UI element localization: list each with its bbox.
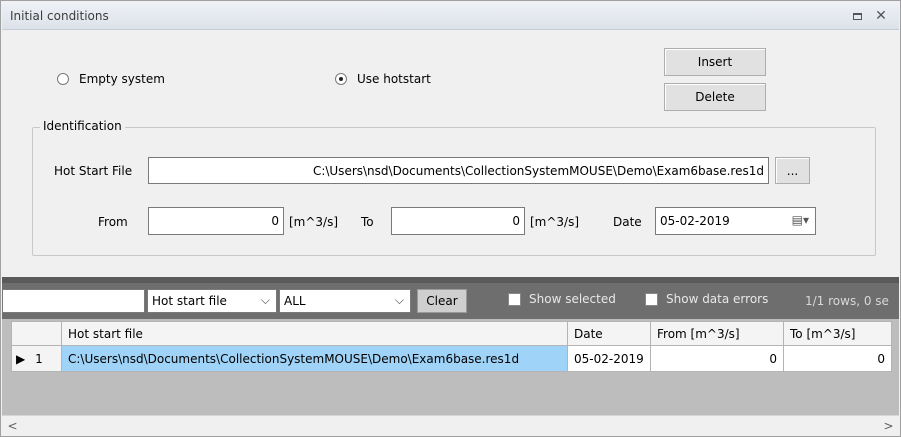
show-selected-label: Show selected [529,292,616,306]
cell-date[interactable]: 05-02-2019 [567,345,651,372]
initial-conditions-window: Initial conditions ✕ Empty system Use ho… [0,0,901,437]
show-selected-checkbox[interactable]: Show selected [508,292,616,306]
horizontal-scrollbar[interactable]: < > [2,415,899,435]
delete-button[interactable]: Delete [664,83,766,111]
table-header-row: Hot start file Date From [m^3/s] To [m^3… [11,321,892,346]
from-input[interactable]: 0 [148,207,284,235]
date-value: 05-02-2019 [660,214,730,228]
scroll-right-icon[interactable]: > [880,417,897,435]
radio-circle [57,73,69,85]
to-unit: [m^3/s] [530,215,580,229]
to-input[interactable]: 0 [391,207,525,235]
row-count-status: 1/1 rows, 0 se [805,294,889,308]
empty-system-radio[interactable]: Empty system [57,72,165,86]
filter-value-value: ALL [284,294,306,308]
hot-start-file-label: Hot Start File [54,164,133,178]
identification-group [32,127,876,256]
radio-circle-checked [335,73,347,85]
show-data-errors-checkbox[interactable]: Show data errors [645,292,768,306]
current-row-icon: ▶ [16,351,26,366]
chevron-down-icon: ⌵ [260,293,270,307]
hot-start-table: Hot start file Date From [m^3/s] To [m^3… [11,321,892,372]
use-hotstart-radio[interactable]: Use hotstart [335,72,431,86]
cell-to[interactable]: 0 [783,345,892,372]
scroll-left-icon[interactable]: < [4,417,21,435]
cell-from[interactable]: 0 [650,345,784,372]
from-label: From [98,215,128,229]
title-bar: Initial conditions ✕ [2,2,899,30]
identification-group-label: Identification [40,119,125,133]
column-header-from[interactable]: From [m^3/s] [650,321,784,346]
filter-bar: Hot start file ⌵ ALL ⌵ Clear Show select… [2,283,899,319]
checkbox-box [645,292,658,306]
show-data-errors-label: Show data errors [666,292,769,306]
calendar-dropdown-icon[interactable]: ▤▾ [792,213,809,227]
checkbox-box [508,292,521,306]
date-picker[interactable]: 05-02-2019 ▤▾ [655,207,816,235]
column-header-hot-start-file[interactable]: Hot start file [61,321,568,346]
row-header[interactable]: ▶ 1 [11,345,62,372]
column-header-rowindex [11,321,62,346]
cell-hot-start-file[interactable]: C:\Users\nsd\Documents\CollectionSystemM… [61,345,568,372]
row-index: 1 [35,351,43,366]
browse-button[interactable]: ... [775,157,810,184]
empty-system-label: Empty system [79,72,165,86]
column-header-date[interactable]: Date [567,321,651,346]
filter-column-select[interactable]: Hot start file ⌵ [147,289,277,313]
insert-button[interactable]: Insert [664,48,766,76]
close-icon[interactable]: ✕ [873,8,889,24]
to-label: To [361,215,374,229]
chevron-down-icon: ⌵ [394,293,404,307]
use-hotstart-label: Use hotstart [357,72,431,86]
date-label: Date [613,215,642,229]
restore-icon[interactable] [849,8,865,24]
column-header-to[interactable]: To [m^3/s] [783,321,892,346]
hot-start-file-input[interactable]: C:\Users\nsd\Documents\CollectionSystemM… [148,157,769,184]
filter-column-value: Hot start file [152,294,227,308]
table-row[interactable]: ▶ 1 C:\Users\nsd\Documents\CollectionSys… [11,345,892,372]
from-unit: [m^3/s] [289,215,339,229]
filter-search-input[interactable] [2,289,145,313]
clear-button[interactable]: Clear [417,289,467,313]
window-title: Initial conditions [10,9,109,23]
filter-value-select[interactable]: ALL ⌵ [279,289,411,313]
data-grid: Hot start file Date From [m^3/s] To [m^3… [2,319,899,415]
